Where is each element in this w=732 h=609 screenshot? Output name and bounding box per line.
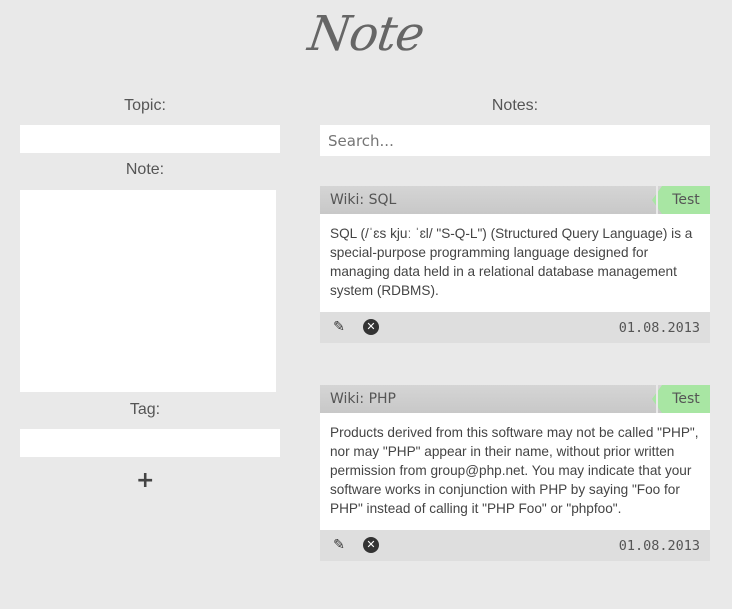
note-card: Wiki: SQL Test SQL (/ˈɛs kjuː ˈɛl/ "S-Q-… bbox=[320, 186, 710, 343]
notes-label: Notes: bbox=[491, 97, 539, 114]
tag-input[interactable] bbox=[20, 429, 280, 457]
pencil-icon[interactable]: ✎ bbox=[331, 537, 347, 553]
app-logo: Note bbox=[304, 6, 428, 62]
pencil-icon[interactable]: ✎ bbox=[331, 319, 347, 335]
note-date: 01.08.2013 bbox=[618, 538, 700, 554]
note-tag[interactable]: Test bbox=[652, 385, 710, 413]
note-body: Products derived from this software may … bbox=[320, 413, 710, 530]
topic-label: Topic: bbox=[124, 97, 166, 114]
note-label: Note: bbox=[125, 161, 165, 178]
note-card-header: Wiki: PHP Test bbox=[320, 385, 710, 413]
tag-label: Tag: bbox=[129, 401, 161, 418]
note-title: Wiki: PHP bbox=[330, 391, 397, 407]
note-tag[interactable]: Test bbox=[652, 186, 710, 214]
topic-input[interactable] bbox=[20, 125, 280, 153]
close-circle-icon[interactable]: ✕ bbox=[363, 319, 379, 335]
plus-icon: + bbox=[136, 468, 155, 493]
note-textarea[interactable] bbox=[20, 190, 276, 392]
search-input[interactable] bbox=[320, 125, 710, 156]
note-date: 01.08.2013 bbox=[618, 320, 700, 336]
note-card-footer: ✎ ✕ 01.08.2013 bbox=[320, 530, 710, 561]
add-note-button[interactable]: + bbox=[136, 468, 155, 493]
note-card: Wiki: PHP Test Products derived from thi… bbox=[320, 385, 710, 561]
close-circle-icon[interactable]: ✕ bbox=[363, 537, 379, 553]
note-title: Wiki: SQL bbox=[330, 192, 397, 208]
note-card-header: Wiki: SQL Test bbox=[320, 186, 710, 214]
note-body: SQL (/ˈɛs kjuː ˈɛl/ "S-Q-L") (Structured… bbox=[320, 214, 710, 312]
note-card-footer: ✎ ✕ 01.08.2013 bbox=[320, 312, 710, 343]
